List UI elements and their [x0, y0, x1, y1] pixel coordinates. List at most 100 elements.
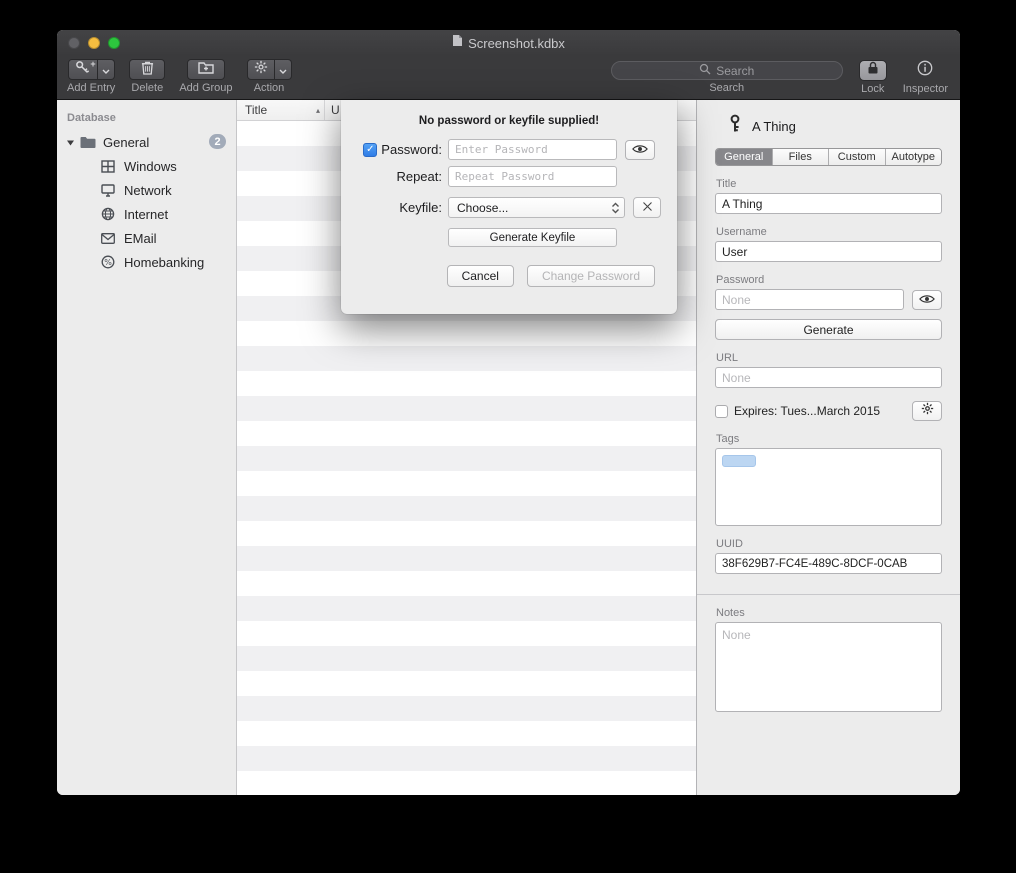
tab-general[interactable]: General	[716, 149, 773, 165]
sidebar-item-label: Windows	[124, 159, 177, 174]
plus-badge: +	[90, 59, 95, 69]
tab-files[interactable]: Files	[773, 149, 830, 165]
delete-button[interactable]	[129, 59, 165, 80]
column-header-title[interactable]: Title ▴	[237, 100, 325, 120]
password-dialog: No password or keyfile supplied! ✓ Passw…	[341, 100, 677, 314]
delete-group: Delete	[129, 59, 165, 94]
notes-field[interactable]	[715, 622, 942, 712]
sidebar-item-windows[interactable]: Windows	[57, 154, 236, 178]
app-window: Screenshot.kdbx + Add Entry	[57, 30, 960, 795]
tab-custom[interactable]: Custom	[829, 149, 886, 165]
sidebar-group-label: General	[103, 135, 149, 150]
action-dropdown[interactable]	[275, 59, 292, 80]
search-placeholder: Search	[716, 64, 754, 78]
dialog-reveal-password-button[interactable]	[625, 140, 655, 160]
reveal-password-button[interactable]	[912, 290, 942, 310]
globe-icon	[100, 207, 116, 221]
action-button[interactable]	[247, 59, 275, 80]
lock-label: Lock	[861, 83, 884, 95]
search-input[interactable]: Search	[611, 61, 843, 80]
expires-checkbox[interactable]	[715, 405, 728, 418]
tab-label: Custom	[838, 151, 876, 163]
title-bar[interactable]: Screenshot.kdbx	[57, 30, 960, 56]
cancel-button[interactable]: Cancel	[447, 265, 514, 287]
svg-text:%: %	[104, 258, 112, 267]
windows-icon	[100, 160, 116, 173]
inspector-group: Inspector	[903, 59, 948, 95]
add-group-label: Add Group	[179, 82, 232, 94]
dialog-password-label: Password:	[381, 142, 442, 157]
zoom-button[interactable]	[108, 37, 120, 49]
column-username-label: U	[331, 103, 340, 117]
keyfile-popup-value: Choose...	[457, 201, 508, 215]
info-icon	[917, 60, 933, 81]
percent-coin-icon: %	[100, 255, 116, 269]
username-field[interactable]	[715, 241, 942, 262]
document-icon	[452, 34, 463, 52]
minimize-button[interactable]	[88, 37, 100, 49]
add-entry-button[interactable]: +	[68, 59, 98, 80]
inspector-panel: A Thing General Files Custom Autotype Ti…	[696, 100, 960, 795]
username-field-label: Username	[716, 226, 942, 238]
divider	[697, 594, 960, 595]
clear-keyfile-button[interactable]	[633, 197, 661, 218]
trash-icon	[141, 60, 154, 80]
url-field[interactable]	[715, 367, 942, 388]
envelope-icon	[100, 233, 116, 244]
sidebar-item-label: Internet	[124, 207, 168, 222]
sidebar-group-general[interactable]: General 2	[57, 130, 236, 154]
tab-label: General	[724, 151, 763, 163]
sidebar-item-internet[interactable]: Internet	[57, 202, 236, 226]
sidebar-item-network[interactable]: Network	[57, 178, 236, 202]
column-header-username[interactable]: U	[325, 103, 340, 117]
tag-pill[interactable]	[722, 455, 756, 467]
dialog-password-input[interactable]	[448, 139, 617, 160]
window-title-wrap: Screenshot.kdbx	[452, 34, 565, 52]
tags-box[interactable]	[715, 448, 942, 526]
uuid-field[interactable]	[715, 553, 942, 574]
add-group-button[interactable]	[187, 59, 225, 80]
sidebar-item-label: EMail	[124, 231, 157, 246]
action-group: Action	[247, 59, 292, 94]
expires-row: Expires: Tues...March 2015	[715, 401, 942, 421]
disclosure-triangle-icon[interactable]	[66, 138, 75, 147]
expires-label: Expires: Tues...March 2015	[734, 404, 880, 418]
change-password-button[interactable]: Change Password	[527, 265, 655, 287]
expires-settings-button[interactable]	[912, 401, 942, 421]
toolbar-right: Search Search Lock Inspector	[611, 59, 948, 95]
close-button[interactable]	[68, 37, 80, 49]
add-group-group: Add Group	[179, 59, 232, 94]
password-field-label: Password	[716, 274, 942, 286]
padlock-icon	[867, 61, 879, 80]
sidebar-item-label: Network	[124, 183, 172, 198]
close-icon	[642, 199, 653, 217]
column-title-label: Title	[245, 103, 267, 117]
password-field[interactable]	[715, 289, 904, 310]
network-icon	[100, 184, 116, 197]
url-field-label: URL	[716, 352, 942, 364]
search-icon	[699, 63, 711, 78]
title-field[interactable]	[715, 193, 942, 214]
add-entry-dropdown[interactable]	[98, 59, 115, 80]
key-icon	[727, 114, 743, 138]
keyfile-popup[interactable]: Choose...	[448, 197, 625, 218]
stepper-icon	[611, 202, 620, 214]
dialog-message: No password or keyfile supplied!	[341, 115, 677, 127]
generate-password-button[interactable]: Generate	[715, 319, 942, 340]
eye-icon	[919, 291, 935, 309]
sidebar-section-header: Database	[57, 108, 236, 130]
generate-keyfile-button[interactable]: Generate Keyfile	[448, 228, 617, 247]
dialog-repeat-input[interactable]	[448, 166, 617, 187]
tab-label: Autotype	[892, 151, 935, 163]
lock-button[interactable]	[859, 60, 887, 81]
content-area: Database General 2 Windows	[57, 100, 960, 795]
lock-group: Lock	[859, 59, 887, 95]
tab-autotype[interactable]: Autotype	[886, 149, 942, 165]
dialog-keyfile-label: Keyfile:	[399, 200, 442, 215]
password-checkbox[interactable]: ✓	[363, 143, 377, 157]
sidebar: Database General 2 Windows	[57, 100, 237, 795]
sidebar-item-homebanking[interactable]: % Homebanking	[57, 250, 236, 274]
inspector-button[interactable]	[913, 60, 937, 81]
sidebar-item-email[interactable]: EMail	[57, 226, 236, 250]
tags-label: Tags	[716, 433, 942, 445]
